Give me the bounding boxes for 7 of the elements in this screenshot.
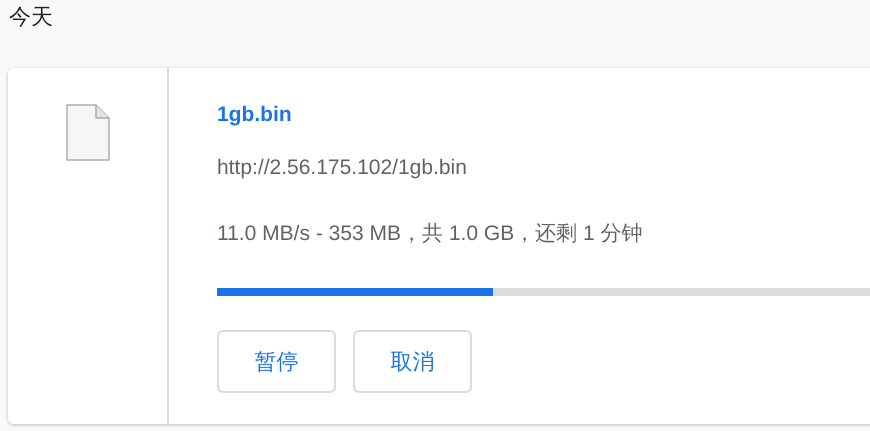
file-url: http://2.56.175.102/1gb.bin — [217, 157, 468, 178]
pause-button[interactable]: 暂停 — [217, 330, 336, 393]
cancel-button[interactable]: 取消 — [353, 330, 472, 393]
download-status: 11.0 MB/s - 353 MB，共 1.0 GB，还剩 1 分钟 — [217, 223, 644, 244]
section-title: 今天 — [8, 3, 54, 31]
file-name-link[interactable]: 1gb.bin — [217, 104, 870, 125]
file-icon — [66, 104, 110, 161]
